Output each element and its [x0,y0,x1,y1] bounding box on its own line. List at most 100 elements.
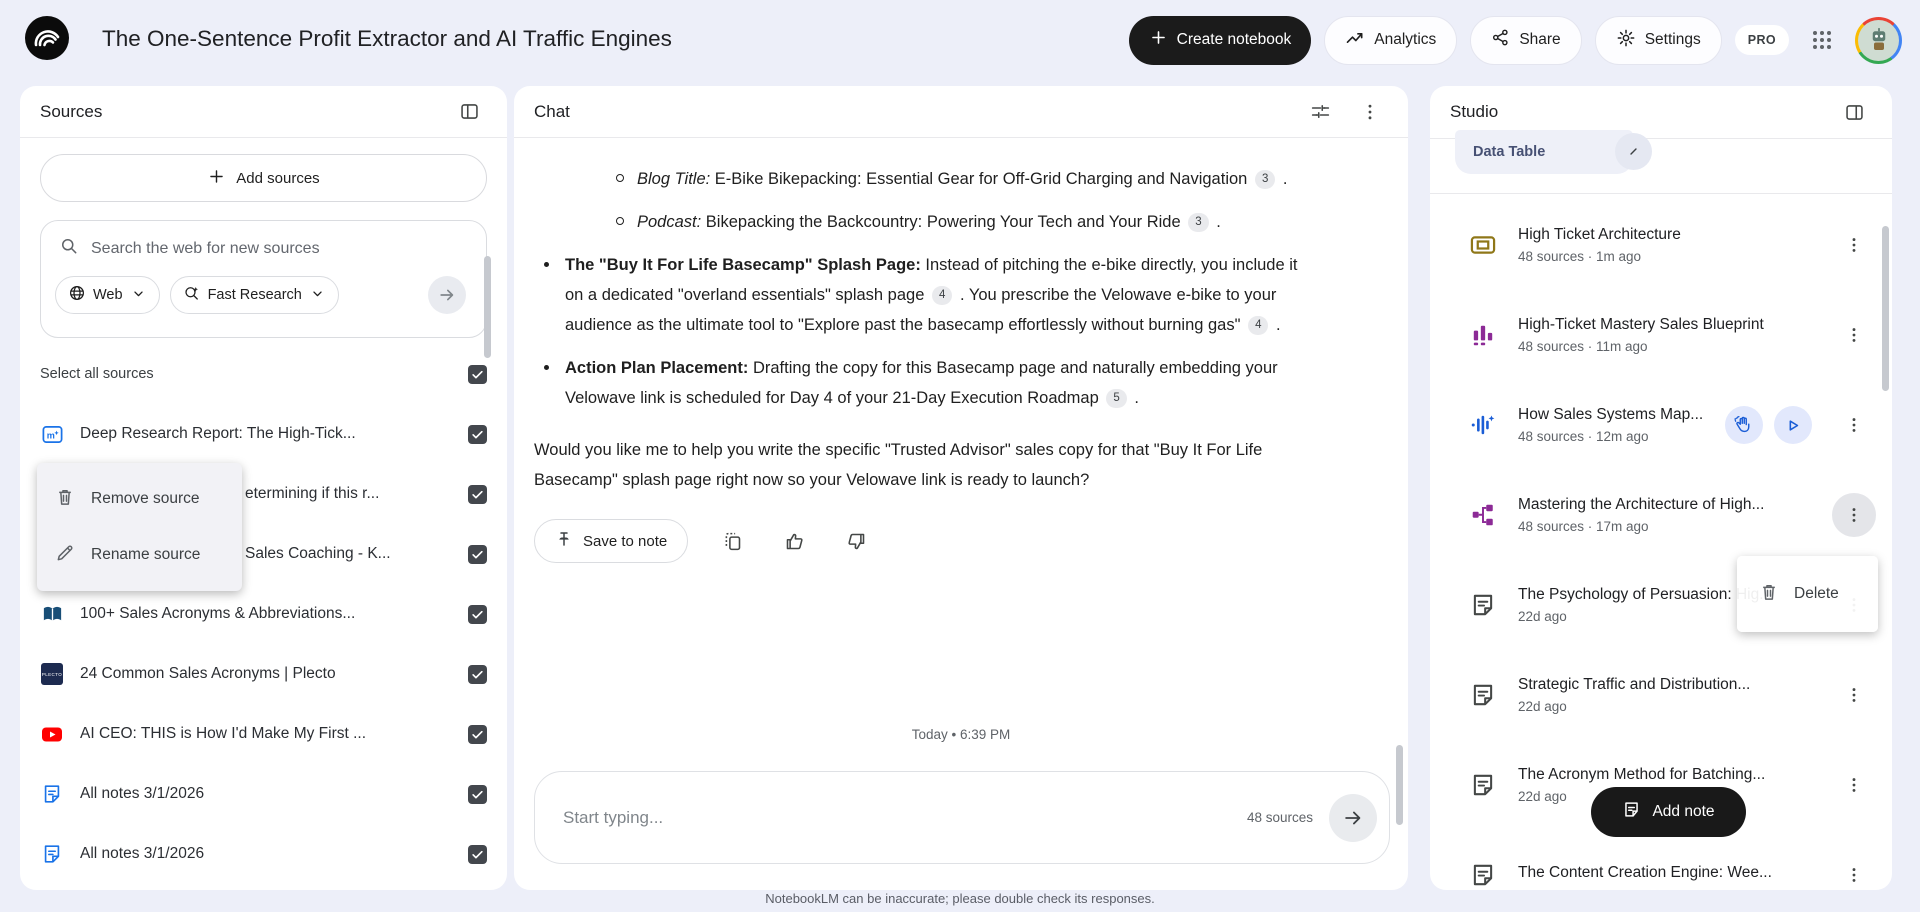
settings-button[interactable]: Settings [1594,15,1722,65]
plus-icon [1149,28,1168,52]
pro-badge: PRO [1734,25,1789,55]
source-checkbox[interactable] [468,484,487,504]
send-message-button[interactable] [1329,793,1377,842]
share-button[interactable]: Share [1470,15,1582,65]
more-options-button[interactable] [1832,853,1876,890]
source-checkbox[interactable] [468,844,487,864]
avatar-robot-image [1858,19,1899,61]
source-row[interactable]: All notes 3/1/2026 [20,764,507,824]
edit-icon[interactable] [1615,133,1652,170]
pin-icon [555,530,573,552]
citation-badge[interactable]: 3 [1254,170,1276,189]
studio-item-meta: 48 sources · 17m ago [1518,519,1649,534]
collapse-panel-icon[interactable] [1836,94,1872,130]
data-table-chip[interactable]: Data Table [1455,130,1633,174]
notebooklm-logo[interactable] [24,15,70,61]
notebook-title[interactable]: The One-Sentence Profit Extractor and AI… [102,26,672,52]
more-options-button[interactable] [1832,763,1876,807]
fast-research-chip[interactable]: Fast Research [169,276,339,314]
source-row[interactable]: 100+ Sales Acronyms & Abbreviations... [20,584,507,644]
interactive-mode-button[interactable] [1725,406,1763,444]
studio-row[interactable]: High Ticket Architecture 48 sources · 1m … [1430,200,1892,290]
save-to-note-button[interactable]: Save to note [534,519,689,563]
source-title: AI CEO: THIS is How I'd Make My First ..… [80,725,367,742]
thumbs-up-icon[interactable] [776,523,812,559]
select-all-checkbox[interactable] [468,364,487,384]
source-row[interactable]: m Deep Research Report: The High-Tick... [20,404,507,464]
studio-row[interactable]: Strategic Traffic and Distribution... 22d… [1430,650,1892,740]
citation-badge[interactable]: 4 [931,286,953,305]
studio-row[interactable]: High-Ticket Mastery Sales Blueprint 48 so… [1430,290,1892,380]
studio-panel: Studio Data Table High Ticket Architectu… [1430,86,1892,890]
source-count-label: 48 sources [1246,810,1313,825]
studio-row[interactable]: The Content Creation Engine: Wee... [1430,830,1892,890]
source-row[interactable]: AI CEO: THIS is How I'd Make My First ..… [20,704,507,764]
chart-icon [1468,320,1498,350]
source-checkbox[interactable] [468,424,487,444]
search-icon [59,236,79,261]
notegrey-icon [1468,680,1498,710]
studio-panel-title: Studio [1450,102,1499,121]
context-menu-item-remove-source[interactable]: Remove source [37,471,242,527]
chat-settings-icon[interactable] [1302,94,1338,130]
analytics-button[interactable]: Analytics [1324,15,1458,65]
more-options-button[interactable] [1832,313,1876,357]
citation-badge[interactable]: 4 [1248,316,1269,335]
source-title: Sales Coaching - K... [245,545,391,562]
studio-item-title: Mastering the Architecture of High... [1518,496,1765,513]
search-web-input[interactable] [91,239,472,258]
account-avatar[interactable] [1855,16,1902,64]
more-options-button[interactable] [1832,493,1876,537]
source-checkbox[interactable] [468,544,487,564]
add-sources-button[interactable]: Add sources [40,154,487,202]
add-note-button[interactable]: Add note [1591,787,1746,837]
sources-scrollbar[interactable] [484,256,491,358]
source-checkbox[interactable] [468,604,487,624]
source-row[interactable]: All notes 3/1/2026 [20,824,507,884]
citation-badge[interactable]: 5 [1106,389,1127,408]
sources-panel-title: Sources [40,101,103,121]
delete-menu[interactable]: Delete [1737,556,1878,632]
source-row[interactable]: PLECTO 24 Common Sales Acronyms | Plecto [20,644,507,704]
copy-icon[interactable] [714,523,750,559]
plecto-icon: PLECTO [40,662,64,686]
chat-input[interactable] [563,807,1247,828]
chat-more-options-icon[interactable] [1352,94,1388,130]
source-title: 24 Common Sales Acronyms | Plecto [80,665,336,682]
more-options-button[interactable] [1832,673,1876,717]
notegrey-icon [1468,860,1498,890]
play-audio-button[interactable] [1774,406,1812,444]
chat-bullet: Blog Title: E-Bike Bikepacking: Essentia… [534,164,1320,194]
gear-icon [1616,28,1636,53]
collapse-panel-icon[interactable] [451,94,487,130]
trash-icon [1759,582,1779,607]
chat-scrollbar[interactable] [1396,745,1403,825]
thumbs-down-icon[interactable] [838,523,874,559]
source-context-menu: Remove source Rename source [37,463,242,591]
chat-panel-title: Chat [534,101,570,121]
web-source-chip[interactable]: Web [55,276,160,314]
context-menu-item-rename-source[interactable]: Rename source [37,527,242,583]
chat-bullet: The "Buy It For Life Basecamp" Splash Pa… [534,250,1320,340]
studio-scrollbar[interactable] [1882,226,1889,391]
more-options-button[interactable] [1832,403,1876,447]
notegrey-icon [1468,590,1498,620]
note-icon [40,782,64,806]
plus-icon [207,167,226,190]
studio-row[interactable]: How Sales Systems Map... 48 sources · 12m… [1430,380,1892,470]
studio-item-title: The Acronym Method for Batching... [1518,766,1766,783]
create-notebook-button[interactable]: Create notebook [1128,15,1312,65]
submit-search-button[interactable] [428,276,466,314]
globe-icon [68,284,86,306]
source-checkbox[interactable] [468,784,487,804]
source-checkbox[interactable] [468,664,487,684]
studio-item-title: How Sales Systems Map... [1518,406,1704,423]
share-icon [1491,28,1510,52]
note-icon [40,842,64,866]
more-options-button[interactable] [1832,223,1876,267]
google-apps-icon[interactable] [1802,20,1842,60]
source-checkbox[interactable] [468,724,487,744]
citation-badge[interactable]: 3 [1188,213,1209,232]
studio-row[interactable]: Mastering the Architecture of High... 48 … [1430,470,1892,560]
studio-item-title: High Ticket Architecture [1518,226,1681,243]
